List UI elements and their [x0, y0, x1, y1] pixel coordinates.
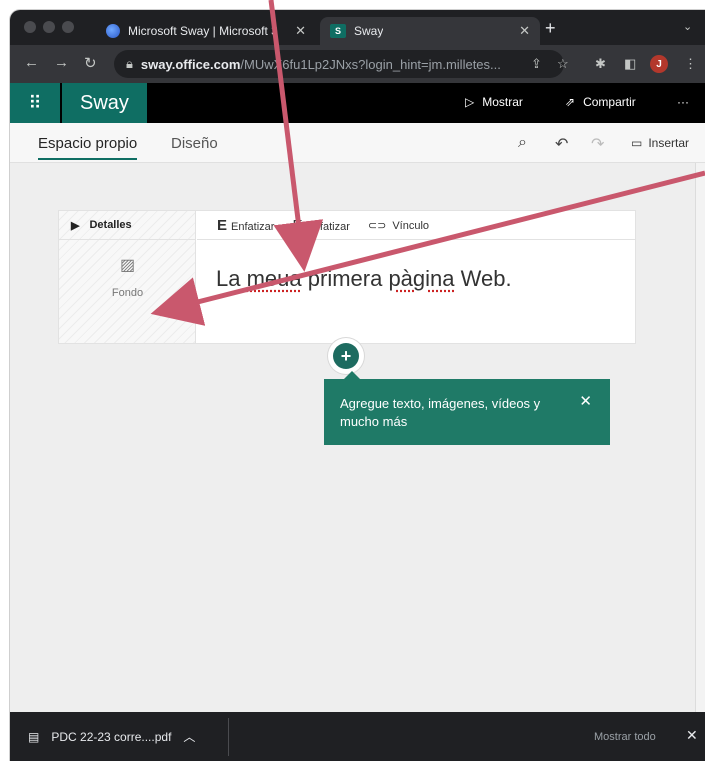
browser-tab-microsoft-sway[interactable]: Microsoft Sway | Microsoft 365 ✕ — [92, 17, 316, 45]
add-content-button[interactable]: + — [328, 338, 364, 374]
play-triangle-icon: ▷ — [465, 95, 475, 109]
title-segment: La — [216, 266, 247, 291]
show-all-downloads-link[interactable]: Mostrar todo — [594, 731, 656, 743]
editor-navigation: Espacio propio Diseño ⌕ ↶ ↷ ▭ Insertar — [10, 123, 705, 163]
emphasize-label: Enfatizar — [306, 220, 350, 233]
new-tab-button[interactable]: + — [545, 18, 556, 39]
browser-menu-icon[interactable]: ⋮ — [684, 56, 697, 72]
title-misspelled-word: pàgina — [388, 266, 455, 291]
tab-design[interactable]: Diseño — [171, 135, 218, 152]
insert-label: Insertar — [648, 136, 690, 150]
browser-toolbar: ← → ↻ 🔒︎ sway.office.com /MUwX6fu1Lp2JNx… — [10, 45, 705, 83]
bookmark-star-icon[interactable]: ☆ — [557, 56, 569, 72]
close-icon[interactable]: ✕ — [579, 393, 592, 411]
sway-app-header: ⠿ Sway ▷ Mostrar ⇗ Compartir ··· — [10, 83, 705, 123]
minimize-window-button[interactable] — [43, 21, 55, 33]
tab-storyline[interactable]: Espacio propio — [38, 135, 138, 160]
sidebar-panel-icon[interactable]: ◧ — [624, 56, 636, 72]
browser-tab-sway[interactable]: S Sway ✕ — [320, 17, 540, 45]
link-chain-icon: ⊂⊃ — [367, 219, 387, 232]
more-options-button[interactable]: ··· — [677, 95, 689, 109]
card-title-text[interactable]: La meua primera pàgina Web. — [216, 266, 512, 292]
triangle-right-icon: ▶ — [71, 219, 80, 232]
back-arrow-icon[interactable]: ← — [24, 54, 39, 71]
emphasize-label: Enfatizar — [231, 220, 275, 233]
close-tab-icon[interactable]: ✕ — [295, 23, 306, 39]
emphasize-strong-button[interactable]: E Enfatizar — [217, 217, 274, 234]
tab-title: Sway — [354, 24, 384, 38]
file-icon: ▤ — [28, 729, 40, 744]
more-ellipsis-icon: ··· — [677, 95, 689, 109]
downloads-bar: ▤ PDC 22-23 corre....pdf ︿ Mostrar todo … — [10, 712, 705, 761]
background-label: Fondo — [111, 287, 144, 299]
sway-logo-icon — [106, 24, 120, 38]
image-placeholder-icon: ▨ — [119, 257, 136, 274]
storyline-canvas: ▶ Detalles ▨ Fondo E Enfatizar E Enfatizar… — [10, 163, 705, 712]
link-label: Vínculo — [392, 219, 430, 232]
right-scroll-strip[interactable] — [695, 163, 705, 712]
tab-strip: Microsoft Sway | Microsoft 365 ✕ S Sway … — [10, 10, 705, 45]
details-label: Detalles — [89, 219, 132, 231]
background-placeholder[interactable]: ▨ Fondo — [59, 255, 196, 299]
share-label: Compartir — [583, 95, 636, 109]
image-icon: ▭ — [631, 136, 643, 150]
tab-title: Microsoft Sway | Microsoft 365 — [128, 24, 278, 38]
divider — [228, 718, 229, 756]
app-name: Sway — [62, 83, 147, 123]
redo-icon[interactable]: ↷ — [591, 134, 604, 154]
title-segment: Web. — [454, 266, 512, 291]
profile-avatar[interactable]: J — [650, 55, 668, 73]
url-host: sway.office.com — [140, 56, 241, 72]
forward-arrow-icon[interactable]: → — [54, 54, 69, 71]
address-bar[interactable]: 🔒︎ sway.office.com /MUwX6fu1Lp2JNxs?logi… — [114, 50, 564, 78]
title-misspelled-word: meua — [246, 266, 302, 291]
share-arrow-icon: ⇗ — [565, 95, 576, 109]
tab-search-chevron-icon[interactable]: ⌄ — [683, 20, 692, 33]
close-downloads-icon[interactable]: ✕ — [686, 727, 698, 744]
url-path: /MUwX6fu1Lp2JNxs?login_hint=jm.milletes.… — [240, 56, 501, 72]
details-toggle[interactable]: ▶ Detalles — [59, 211, 196, 240]
close-window-button[interactable] — [24, 21, 36, 33]
title-segment: primera — [301, 266, 389, 291]
plus-icon: + — [333, 343, 359, 369]
emphasize-light-icon: E — [292, 216, 303, 234]
text-format-toolbar: E Enfatizar E Enfatizar ⊂⊃ Vínculo — [197, 211, 635, 240]
emphasize-icon: E — [217, 216, 228, 234]
show-button[interactable]: ▷ Mostrar — [465, 95, 523, 109]
emphasize-button[interactable]: E Enfatizar — [292, 217, 349, 234]
browser-window: Microsoft Sway | Microsoft 365 ✕ S Sway … — [10, 10, 705, 761]
sway-app-icon: S — [330, 24, 346, 38]
extensions-puzzle-icon[interactable]: ✱ — [595, 56, 606, 72]
lock-icon: 🔒︎ — [126, 56, 133, 71]
share-page-icon[interactable]: ⇪ — [531, 56, 542, 72]
title-card: ▶ Detalles ▨ Fondo E Enfatizar E Enfatizar… — [58, 210, 636, 344]
share-button[interactable]: ⇗ Compartir — [565, 95, 636, 109]
link-button[interactable]: ⊂⊃ Vínculo — [368, 219, 429, 232]
undo-icon[interactable]: ↶ — [555, 134, 568, 154]
tooltip-text: Agregue texto, imágenes, vídeos y mucho … — [340, 396, 541, 429]
show-label: Mostrar — [482, 95, 523, 109]
reload-icon[interactable]: ↻ — [84, 54, 97, 72]
close-tab-icon[interactable]: ✕ — [519, 23, 530, 39]
insert-button[interactable]: ▭ Insertar — [631, 136, 689, 150]
download-item[interactable]: ▤ PDC 22-23 corre....pdf ︿ — [28, 728, 195, 745]
add-content-tooltip: Agregue texto, imágenes, vídeos y mucho … — [324, 371, 610, 445]
download-filename: PDC 22-23 corre....pdf — [51, 729, 172, 744]
search-icon[interactable]: ⌕ — [518, 134, 527, 152]
maximize-window-button[interactable] — [62, 21, 74, 33]
chevron-up-icon[interactable]: ︿ — [183, 728, 195, 745]
app-launcher-waffle-icon[interactable]: ⠿ — [10, 83, 60, 123]
background-panel[interactable]: ▶ Detalles ▨ Fondo — [59, 211, 196, 343]
